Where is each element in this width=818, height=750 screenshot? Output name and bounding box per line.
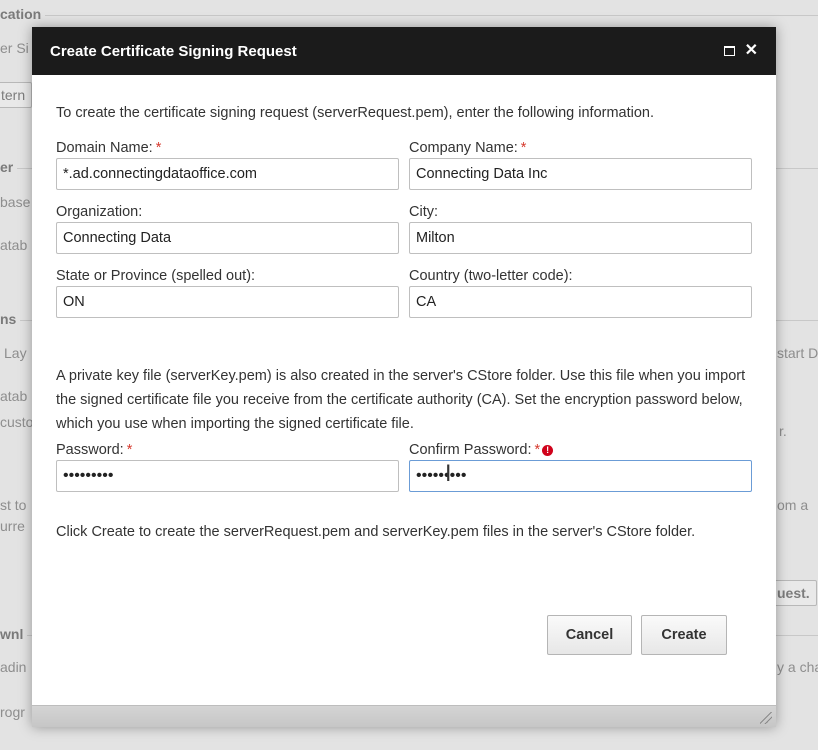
company-name-label: Company Name: *	[409, 140, 527, 156]
bg-text: st to	[0, 497, 27, 513]
create-info: Click Create to create the serverRequest…	[56, 524, 696, 540]
state-input[interactable]	[56, 286, 399, 318]
private-key-info: A private key file (serverKey.pem) is al…	[56, 368, 746, 432]
bg-text: er Si	[0, 40, 29, 56]
bg-section-heading: er	[0, 159, 818, 175]
create-button[interactable]: Create	[641, 615, 727, 655]
company-name-field: Company Name: *	[409, 138, 752, 202]
bg-section-heading: ns	[0, 311, 818, 327]
country-input[interactable]	[409, 286, 752, 318]
bg-text: rogr	[0, 704, 25, 720]
titlebar-controls: ✕	[723, 43, 758, 59]
bg-text: custo	[0, 414, 34, 430]
text-cursor-icon: I	[445, 462, 452, 487]
bg-text: start D	[777, 345, 818, 361]
maximize-icon[interactable]	[723, 46, 735, 56]
confirm-password-label: Confirm Password: *!	[409, 440, 752, 460]
bg-section-heading: cation	[0, 6, 818, 22]
password-label: Password: *	[56, 442, 133, 458]
city-input[interactable]	[409, 222, 752, 254]
dialog-actions: Cancel Create	[547, 615, 727, 655]
bg-text: atab	[0, 388, 28, 404]
bg-button: tern	[0, 82, 33, 108]
organization-input[interactable]	[56, 222, 399, 254]
required-asterisk: *	[520, 140, 527, 156]
bg-text: om a	[777, 497, 809, 513]
close-icon[interactable]: ✕	[745, 43, 758, 59]
dialog-title: Create Certificate Signing Request	[50, 42, 297, 60]
city-label: City:	[409, 204, 438, 220]
csr-form: Domain Name:* Company Name:* Organizatio…	[56, 138, 752, 330]
country-field: Country (two-letter code):	[409, 266, 752, 330]
bg-text: r.	[779, 423, 787, 439]
bg-text: adin	[0, 659, 27, 675]
password-form: Password:* Confirm Password:*! I	[56, 440, 752, 504]
bg-text: y a cha	[777, 659, 818, 675]
state-field: State or Province (spelled out):	[56, 266, 399, 330]
intro-text: To create the certificate signing reques…	[56, 105, 655, 121]
city-field: City:	[409, 202, 752, 266]
bg-section-heading: wnl	[0, 626, 818, 642]
domain-name-label: Domain Name: *	[56, 140, 162, 156]
csr-dialog: Create Certificate Signing Request ✕ To …	[32, 27, 776, 727]
company-name-input[interactable]	[409, 158, 752, 190]
cancel-button[interactable]: Cancel	[547, 615, 632, 655]
bg-text: urre	[0, 518, 25, 534]
bg-button: uest.	[770, 580, 817, 606]
confirm-password-input[interactable]	[409, 460, 752, 492]
dialog-titlebar[interactable]: Create Certificate Signing Request ✕	[32, 27, 776, 75]
required-asterisk: *	[155, 140, 162, 156]
required-asterisk: *	[126, 442, 133, 458]
domain-name-field: Domain Name: *	[56, 138, 399, 202]
error-icon: !	[542, 445, 554, 456]
organization-label: Organization:	[56, 204, 143, 220]
domain-name-input[interactable]	[56, 158, 399, 190]
organization-field: Organization:	[56, 202, 399, 266]
confirm-password-field: Confirm Password:*! I	[409, 440, 752, 504]
required-asterisk: *	[534, 442, 541, 458]
bg-text: atab	[0, 237, 28, 253]
bg-text: base	[0, 194, 31, 210]
password-input[interactable]	[56, 460, 399, 492]
confirm-password-wrap: I	[409, 460, 752, 492]
dialog-content: To create the certificate signing reques…	[32, 75, 776, 544]
password-field: Password: *	[56, 440, 399, 504]
dialog-statusbar	[32, 705, 776, 727]
country-label: Country (two-letter code):	[409, 268, 573, 284]
bg-text: Lay	[4, 345, 27, 361]
state-label: State or Province (spelled out):	[56, 268, 256, 284]
resize-grip-icon[interactable]	[760, 712, 772, 724]
